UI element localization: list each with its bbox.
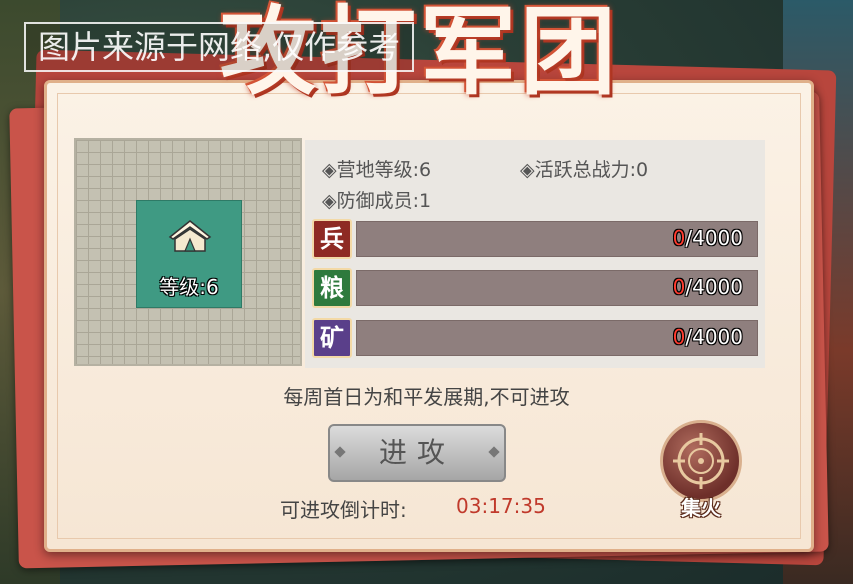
ore-value: 0/4000	[672, 325, 743, 349]
camp-level-label: 等级:6	[159, 275, 219, 299]
watermark-text: 图片来源于网络,仅作参考	[24, 22, 415, 72]
soldiers-icon: 兵	[312, 219, 352, 259]
defense-members-stat: ◈防御成员:1	[322, 190, 432, 212]
resource-row-soldiers: 兵 0/4000	[312, 219, 758, 259]
countdown-timer: 03:17:35	[456, 494, 546, 518]
resource-row-grain: 粮 0/4000	[312, 268, 758, 308]
grain-value: 0/4000	[672, 275, 743, 299]
focus-fire-label: 集火	[681, 496, 721, 520]
active-power-stat: ◈活跃总战力:0	[520, 159, 649, 181]
right-diamond-ornament	[488, 446, 500, 458]
peace-period-notice: 每周首日为和平发展期,不可进攻	[283, 385, 570, 409]
attack-button-label: 进攻	[378, 436, 455, 469]
ore-icon: 矿	[312, 318, 352, 358]
crosshair-icon	[673, 433, 729, 489]
countdown-label: 可进攻倒计时:	[280, 498, 407, 522]
camp-level-stat: ◈营地等级:6	[322, 159, 432, 181]
attack-button[interactable]: 进攻	[328, 424, 506, 482]
soldiers-value: 0/4000	[672, 226, 743, 250]
grain-icon: 粮	[312, 268, 352, 308]
grain-progress-bar: 0/4000	[356, 270, 758, 306]
left-diamond-ornament	[334, 446, 346, 458]
camp-tile[interactable]: 等级:6	[136, 200, 242, 308]
soldiers-progress-bar: 0/4000	[356, 221, 758, 257]
tent-icon	[168, 220, 212, 252]
ore-progress-bar: 0/4000	[356, 320, 758, 356]
resource-row-ore: 矿 0/4000	[312, 318, 758, 358]
focus-fire-button[interactable]	[660, 420, 742, 502]
